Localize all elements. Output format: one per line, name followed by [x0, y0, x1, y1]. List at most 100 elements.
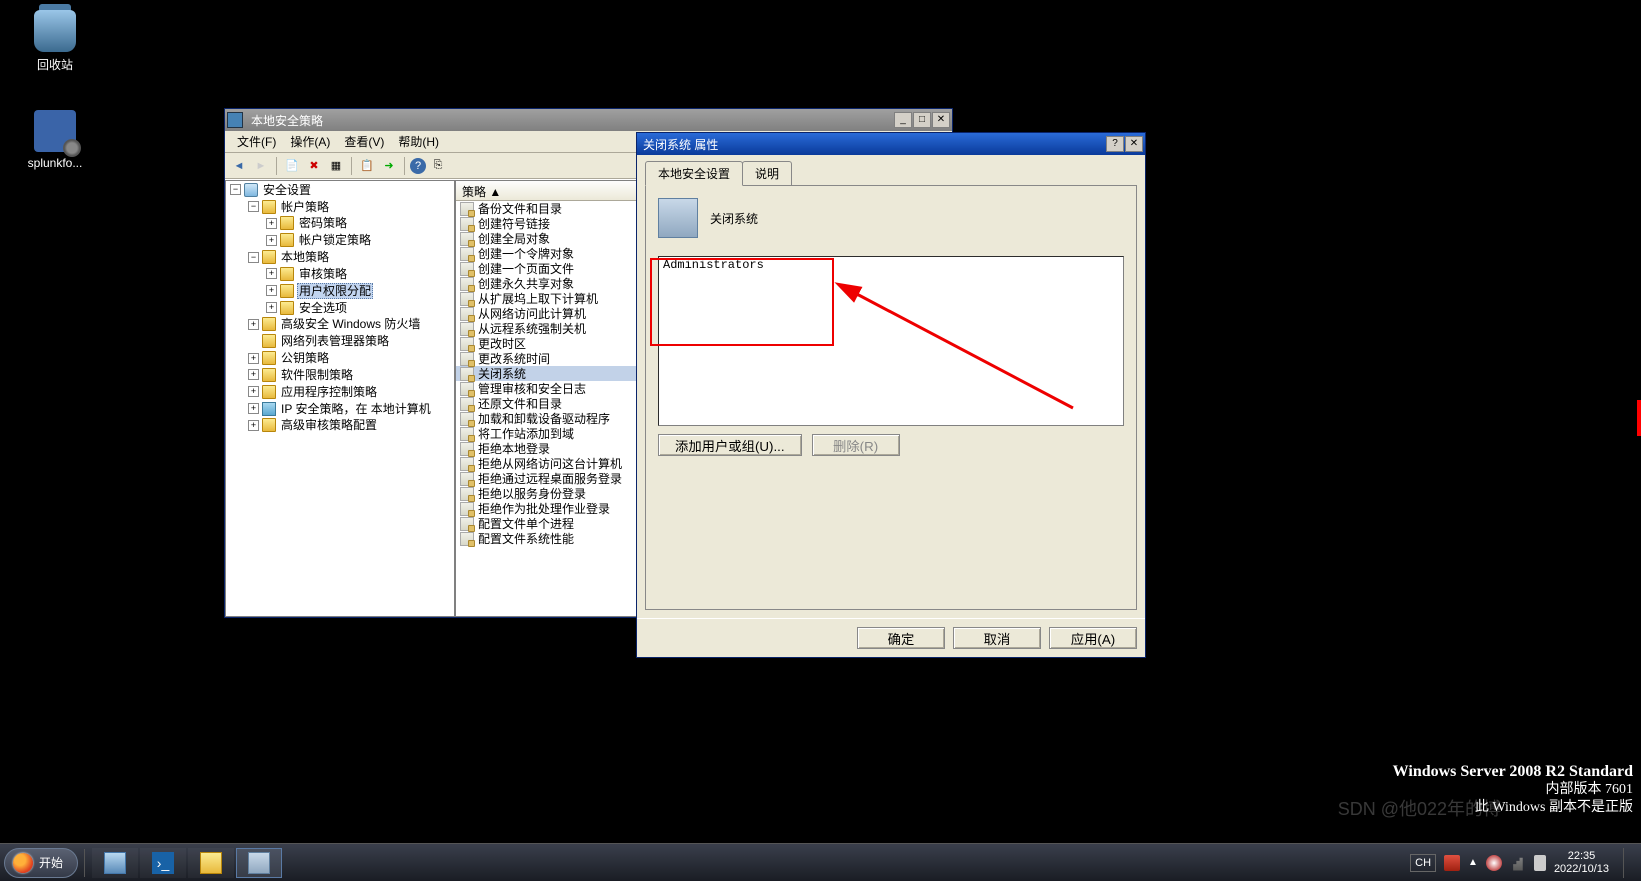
tree-adv-audit[interactable]: +高级审核策略配置 — [248, 417, 454, 434]
taskbar: 开始 ›_ CH ▲ 22:35 2022/10/13 — [0, 843, 1641, 881]
apply-button[interactable]: 应用(A) — [1049, 627, 1137, 649]
time-text: 22:35 — [1554, 850, 1609, 863]
start-label: 开始 — [39, 854, 63, 871]
refresh-button[interactable]: 📋 — [357, 156, 377, 176]
delete-button[interactable]: ✖ — [304, 156, 324, 176]
network-icon[interactable] — [1510, 855, 1526, 871]
secpol-icon — [227, 112, 243, 128]
policy-item-icon — [460, 442, 474, 456]
server-icon — [104, 852, 126, 874]
tab-local-security[interactable]: 本地安全设置 — [645, 161, 743, 186]
secpol-titlebar[interactable]: 本地安全策略 _ □ ✕ — [225, 109, 952, 131]
tabs-row: 本地安全设置 说明 — [637, 155, 1145, 185]
add-user-group-button[interactable]: 添加用户或组(U)... — [658, 434, 802, 456]
start-orb-icon — [13, 853, 33, 873]
policy-item-icon — [460, 307, 474, 321]
tree-software-restrict[interactable]: +软件限制策略 — [248, 366, 454, 383]
recycle-bin-icon[interactable]: 回收站 — [20, 10, 90, 73]
policy-item-icon — [460, 247, 474, 261]
secpol-title: 本地安全策略 — [247, 112, 894, 129]
menu-help[interactable]: 帮助(H) — [392, 131, 445, 152]
tree-root[interactable]: −安全设置 −帐户策略 +密码策略 +帐户锁定策略 −本地策略 +审核策略 +用… — [230, 181, 454, 433]
policy-item-icon — [460, 382, 474, 396]
props-titlebar[interactable]: 关闭系统 属性 ? ✕ — [637, 133, 1145, 155]
policy-item-icon — [460, 502, 474, 516]
remove-button[interactable]: 删除(R) — [812, 434, 900, 456]
props-title: 关闭系统 属性 — [639, 136, 1106, 153]
clock[interactable]: 22:35 2022/10/13 — [1554, 850, 1609, 876]
tree-pane[interactable]: −安全设置 −帐户策略 +密码策略 +帐户锁定策略 −本地策略 +审核策略 +用… — [225, 180, 455, 617]
tab-panel: 关闭系统 Administrators 添加用户或组(U)... 删除(R) — [645, 185, 1137, 610]
ok-button[interactable]: 确定 — [857, 627, 945, 649]
policy-item-icon — [460, 427, 474, 441]
taskbar-powershell[interactable]: ›_ — [140, 848, 186, 878]
forward-button[interactable]: ► — [251, 156, 271, 176]
date-text: 2022/10/13 — [1554, 863, 1609, 876]
policy-item-icon — [460, 367, 474, 381]
splunk-label: splunkfo... — [20, 156, 90, 170]
close-button[interactable]: ✕ — [932, 112, 950, 128]
powershell-icon: ›_ — [152, 852, 174, 874]
language-indicator[interactable]: CH — [1410, 854, 1436, 872]
taskbar-servermanager[interactable] — [92, 848, 138, 878]
edge-marker — [1637, 400, 1641, 436]
member-item[interactable]: Administrators — [659, 257, 1123, 273]
tray-overflow-button[interactable]: ▲ — [1468, 857, 1478, 868]
tree-audit-policy[interactable]: +审核策略 — [266, 265, 454, 282]
recycle-bin-label: 回收站 — [20, 56, 90, 73]
policy-item-icon — [460, 337, 474, 351]
policy-item-icon — [460, 322, 474, 336]
properties-button[interactable]: ▦ — [326, 156, 346, 176]
up-button[interactable]: 📄 — [282, 156, 302, 176]
context-help-button[interactable]: ? — [1106, 136, 1124, 152]
back-button[interactable]: ◄ — [229, 156, 249, 176]
tree-firewall[interactable]: +高级安全 Windows 防火墙 — [248, 316, 454, 333]
secpol-task-icon — [248, 852, 270, 874]
splunk-shortcut[interactable]: splunkfo... — [20, 110, 90, 170]
policy-item-icon — [460, 262, 474, 276]
policy-item-icon — [460, 232, 474, 246]
taskbar-secpol[interactable] — [236, 848, 282, 878]
maximize-button[interactable]: □ — [913, 112, 931, 128]
cancel-button[interactable]: 取消 — [953, 627, 1041, 649]
extra-button[interactable]: ⎘ — [428, 156, 448, 176]
policy-item-icon — [460, 457, 474, 471]
action-center-icon[interactable] — [1486, 855, 1502, 871]
export-button[interactable]: ➜ — [379, 156, 399, 176]
show-desktop-button[interactable] — [1623, 848, 1631, 878]
tree-password-policy[interactable]: +密码策略 — [266, 215, 454, 232]
volume-icon[interactable] — [1534, 855, 1546, 871]
members-listbox[interactable]: Administrators — [658, 256, 1124, 426]
props-close-button[interactable]: ✕ — [1125, 136, 1143, 152]
help-button[interactable]: ? — [410, 158, 426, 174]
tree-ipsec[interactable]: +IP 安全策略，在 本地计算机 — [248, 400, 454, 417]
policy-item-icon — [460, 217, 474, 231]
start-button[interactable]: 开始 — [4, 848, 78, 878]
menu-file[interactable]: 文件(F) — [231, 131, 282, 152]
explorer-icon — [200, 852, 222, 874]
tree-lockout-policy[interactable]: +帐户锁定策略 — [266, 231, 454, 248]
taskbar-explorer[interactable] — [188, 848, 234, 878]
tree-user-rights[interactable]: +用户权限分配 — [266, 282, 454, 299]
tree-security-options[interactable]: +安全选项 — [266, 299, 454, 316]
tree-local-policy[interactable]: −本地策略 +审核策略 +用户权限分配 +安全选项 — [248, 248, 454, 315]
menu-view[interactable]: 查看(V) — [338, 131, 390, 152]
tree-account-policy[interactable]: −帐户策略 +密码策略 +帐户锁定策略 — [248, 198, 454, 248]
policy-icon — [658, 198, 698, 238]
policy-item-icon — [460, 202, 474, 216]
menu-action[interactable]: 操作(A) — [284, 131, 336, 152]
policy-item-icon — [460, 277, 474, 291]
policy-item-icon — [460, 397, 474, 411]
tree-appctrl[interactable]: +应用程序控制策略 — [248, 383, 454, 400]
minimize-button[interactable]: _ — [894, 112, 912, 128]
policy-item-icon — [460, 517, 474, 531]
tab-explain[interactable]: 说明 — [742, 161, 792, 185]
policy-item-icon — [460, 472, 474, 486]
policy-item-icon — [460, 412, 474, 426]
policy-item-icon — [460, 532, 474, 546]
policy-item-icon — [460, 352, 474, 366]
tray-app-icon[interactable] — [1444, 855, 1460, 871]
tree-pubkey[interactable]: +公钥策略 — [248, 349, 454, 366]
policy-item-icon — [460, 487, 474, 501]
tree-netlist[interactable]: 网络列表管理器策略 — [248, 332, 454, 349]
